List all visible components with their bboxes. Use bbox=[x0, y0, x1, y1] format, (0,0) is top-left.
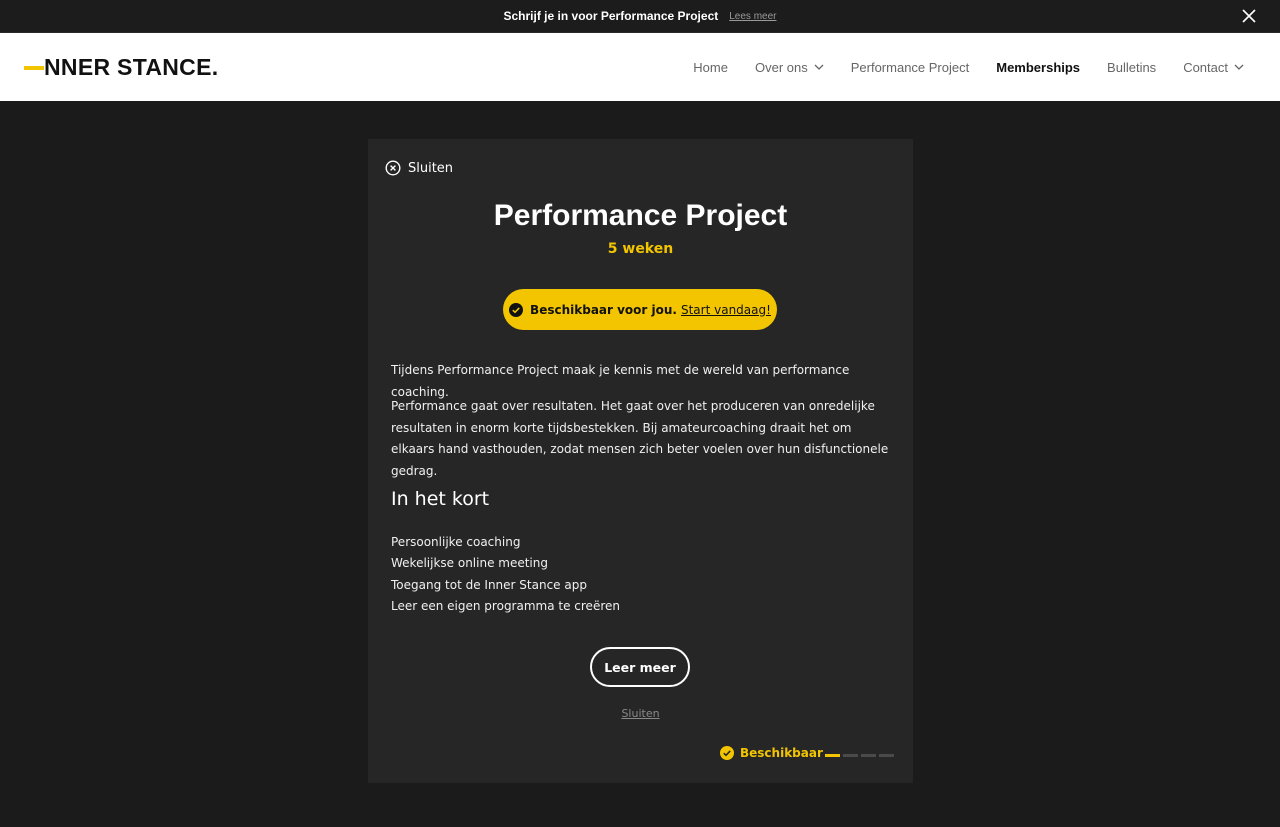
close-circle-icon bbox=[385, 160, 401, 176]
modal-title: Performance Project bbox=[493, 199, 788, 232]
progress-dot bbox=[825, 754, 840, 757]
list-item: Wekelijkse online meeting bbox=[391, 556, 548, 571]
list-item: Toegang tot de Inner Stance app bbox=[391, 577, 587, 592]
check-circle-icon bbox=[720, 746, 734, 760]
close-icon[interactable] bbox=[1242, 9, 1256, 23]
progress-dot bbox=[861, 754, 876, 757]
check-circle-icon bbox=[509, 302, 524, 317]
announcement-bar: Schrijf je in voor Performance Project L… bbox=[0, 0, 1280, 33]
nav-label: Memberships bbox=[996, 59, 1081, 75]
section-title: In het kort bbox=[391, 488, 490, 510]
chevron-down-icon bbox=[814, 64, 824, 70]
nav-item-memberships[interactable]: Memberships bbox=[996, 60, 1080, 75]
description-paragraph: Performance gaat over resultaten. Het ga… bbox=[391, 399, 889, 478]
nav-item-over-ons[interactable]: Over ons bbox=[755, 60, 824, 75]
close-button[interactable]: Sluiten bbox=[385, 160, 453, 176]
progress-dots bbox=[825, 754, 897, 757]
nav-item-home[interactable]: Home bbox=[693, 60, 728, 75]
nav-label: Performance Project bbox=[850, 59, 970, 75]
nav-item-contact[interactable]: Contact bbox=[1183, 60, 1244, 75]
nav-item-performance-project[interactable]: Performance Project bbox=[851, 60, 970, 75]
feature-list: Persoonlijke coaching Wekelijkse online … bbox=[391, 532, 620, 617]
logo-bar bbox=[24, 65, 44, 70]
progress-dot bbox=[843, 754, 858, 757]
progress-dot bbox=[879, 754, 894, 757]
chevron-down-icon bbox=[1234, 64, 1244, 70]
announcement-text: Schrijf je in voor Performance Project bbox=[503, 9, 719, 23]
main-nav: Home Over ons Performance Project Member… bbox=[666, 33, 1244, 101]
availability-text: Beschikbaar voor jou. bbox=[530, 302, 677, 317]
logo-text: NNER STANCE. bbox=[44, 54, 219, 80]
list-item: Leer een eigen programma te creëren bbox=[391, 598, 620, 613]
status-label: Beschikbaar bbox=[740, 746, 823, 760]
learn-more-button[interactable]: Leer meer bbox=[590, 647, 690, 687]
availability-pill[interactable]: Beschikbaar voor jou. Start vandaag! bbox=[503, 289, 777, 330]
announcement-link[interactable]: Lees meer bbox=[729, 11, 776, 22]
modal-subtitle: 5 weken bbox=[607, 241, 674, 257]
nav-item-bulletins[interactable]: Bulletins bbox=[1107, 60, 1156, 75]
list-item: Persoonlijke coaching bbox=[391, 535, 521, 549]
membership-modal: Sluiten Performance Project 5 weken Besc… bbox=[368, 139, 913, 783]
site-header: NNER STANCE. Home Over ons Performance P… bbox=[0, 33, 1280, 101]
close-link[interactable]: Sluiten bbox=[368, 707, 913, 720]
nav-label: Home bbox=[693, 59, 728, 75]
nav-label: Over ons bbox=[754, 59, 808, 75]
close-button-label: Sluiten bbox=[408, 160, 454, 176]
status-indicator: Beschikbaar bbox=[720, 746, 823, 760]
nav-label: Bulletins bbox=[1107, 59, 1157, 75]
logo[interactable]: NNER STANCE. bbox=[24, 54, 218, 81]
nav-label: Contact bbox=[1183, 59, 1228, 75]
start-today-link[interactable]: Start vandaag! bbox=[681, 303, 771, 317]
